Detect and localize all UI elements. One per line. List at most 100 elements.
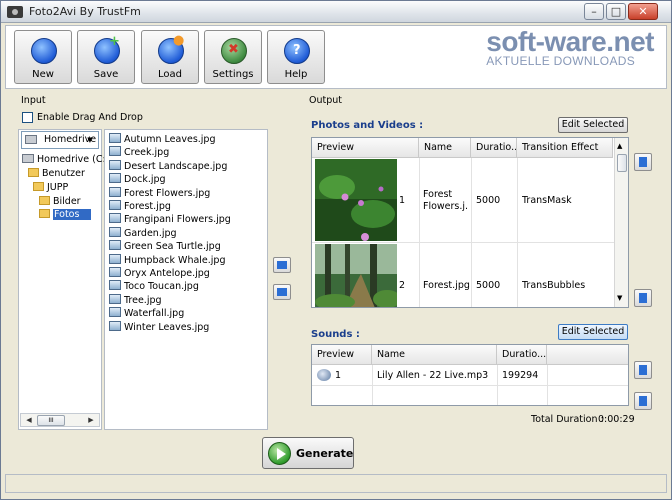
drive-icon: [25, 135, 37, 144]
tree-item-benutzer[interactable]: Benutzer: [28, 167, 85, 180]
new-button[interactable]: New: [14, 30, 72, 84]
tree-item-homedrive[interactable]: Homedrive (C:): [22, 153, 109, 166]
toolbar: New + Save ● Load ✖ Settings ? Help soft…: [5, 25, 667, 89]
sounds-move-up-button[interactable]: [634, 361, 652, 379]
help-button[interactable]: ? Help: [267, 30, 325, 84]
photos-col-name[interactable]: Name: [419, 138, 471, 158]
file-list-item[interactable]: Waterfall.jpg: [109, 307, 184, 320]
minimize-button[interactable]: –: [584, 3, 604, 20]
image-file-icon: [109, 240, 121, 251]
file-list-item[interactable]: Desert Landscape.jpg: [109, 159, 228, 173]
file-list-item[interactable]: Creek.jpg: [109, 146, 169, 159]
file-name: Oryx Antelope.jpg: [124, 268, 210, 279]
image-file-icon: [109, 226, 121, 237]
add-to-output-button[interactable]: [273, 257, 291, 273]
sounds-col-name[interactable]: Name: [372, 345, 497, 365]
tree-horizontal-scrollbar[interactable]: ◀ III ▶: [20, 413, 100, 427]
file-list-item[interactable]: Winter Leaves.jpg: [109, 320, 210, 334]
arrow-down-icon: [639, 293, 647, 303]
save-icon: +: [94, 34, 120, 64]
generate-button[interactable]: Generate: [262, 437, 354, 469]
file-name: Desert Landscape.jpg: [124, 160, 228, 172]
photos-vertical-scrollbar[interactable]: ▲ ▼: [614, 138, 628, 307]
chevron-down-icon[interactable]: ▼: [83, 133, 97, 147]
tree-item-jupp[interactable]: JUPP: [33, 181, 68, 194]
drag-drop-checkbox[interactable]: [22, 112, 33, 123]
folder-icon: [39, 209, 50, 218]
folder-tree-panel: Homedrive ▼ Homedrive (C:) Benutzer JUPP…: [18, 129, 109, 430]
app-window: Foto2Avi By TrustFm – □ ✕ New + Save ● L…: [0, 0, 672, 500]
sound-icon: [317, 369, 331, 381]
close-button[interactable]: ✕: [628, 3, 658, 20]
file-list-item[interactable]: Green Sea Turtle.jpg: [109, 240, 221, 253]
scroll-thumb[interactable]: III: [37, 415, 65, 426]
input-group-label: Input: [19, 95, 48, 106]
file-list-item[interactable]: Tree.jpg: [109, 293, 162, 307]
edit-selected-photos-button[interactable]: Edit Selected: [558, 117, 628, 133]
sounds-move-down-button[interactable]: [634, 392, 652, 410]
edit-selected-sounds-button[interactable]: Edit Selected: [558, 324, 628, 340]
file-name: Frangipani Flowers.jpg: [124, 214, 231, 226]
remove-from-output-button[interactable]: [273, 284, 291, 300]
file-name: Forest Flowers.jpg: [124, 187, 211, 199]
file-list-item[interactable]: Oryx Antelope.jpg: [109, 267, 210, 280]
load-button-label: Load: [158, 69, 182, 80]
folder-icon: [33, 182, 44, 191]
photos-section-title: Photos and Videos :: [311, 120, 424, 131]
maximize-button[interactable]: □: [606, 3, 626, 20]
drive-combo[interactable]: Homedrive ▼: [21, 131, 99, 149]
file-list-item[interactable]: Toco Toucan.jpg: [109, 280, 199, 293]
tree-item-bilder[interactable]: Bilder: [39, 195, 81, 208]
scroll-left-icon[interactable]: ◀: [22, 415, 36, 426]
scroll-up-icon[interactable]: ▲: [617, 142, 622, 150]
file-list-panel: Autumn Leaves.jpg Creek.jpg Desert Landsca…: [104, 129, 268, 430]
photos-col-duration[interactable]: Duratio...: [471, 138, 517, 158]
arrow-right-icon: [277, 261, 287, 269]
generate-button-label: Generate: [296, 447, 354, 460]
file-list-item[interactable]: Dock.jpg: [109, 173, 166, 186]
photos-move-down-button[interactable]: [634, 289, 652, 307]
tree-item-fotos[interactable]: Fotos: [39, 208, 92, 221]
image-file-icon: [109, 186, 121, 197]
status-bar: [5, 474, 667, 493]
drag-drop-label: Enable Drag And Drop: [37, 112, 143, 123]
scroll-down-icon[interactable]: ▼: [617, 294, 622, 302]
arrow-up-icon: [639, 157, 647, 167]
play-icon: [268, 442, 291, 465]
file-list-item[interactable]: Garden.jpg: [109, 226, 177, 240]
help-button-label: Help: [284, 69, 308, 80]
settings-button-label: Settings: [212, 69, 254, 80]
file-list-item[interactable]: Forest.jpg: [109, 200, 171, 213]
file-list-item[interactable]: Humpback Whale.jpg: [109, 253, 226, 267]
photos-col-effect[interactable]: Transition Effect: [517, 138, 613, 158]
file-name: Green Sea Turtle.jpg: [124, 241, 221, 253]
image-file-icon: [109, 253, 121, 264]
scroll-thumb[interactable]: [617, 154, 627, 172]
image-file-icon: [109, 307, 121, 318]
photos-move-up-button[interactable]: [634, 153, 652, 171]
scroll-right-icon[interactable]: ▶: [84, 415, 98, 426]
sounds-col-duration[interactable]: Duratio...: [497, 345, 547, 365]
image-file-icon: [109, 173, 121, 184]
file-list-item[interactable]: Autumn Leaves.jpg: [109, 133, 216, 146]
image-file-icon: [109, 146, 121, 157]
new-button-label: New: [32, 69, 54, 80]
sounds-col-preview[interactable]: Preview: [312, 345, 372, 365]
file-name: Tree.jpg: [124, 294, 162, 306]
settings-button[interactable]: ✖ Settings: [204, 30, 262, 84]
file-list-item[interactable]: Forest Flowers.jpg: [109, 186, 211, 200]
watermark-tagline: AKTUELLE DOWNLOADS: [486, 54, 636, 68]
window-title: Foto2Avi By TrustFm: [29, 5, 141, 18]
load-button[interactable]: ● Load: [141, 30, 199, 84]
file-name: Dock.jpg: [124, 174, 166, 186]
image-file-icon: [109, 280, 121, 291]
title-bar[interactable]: Foto2Avi By TrustFm – □ ✕: [1, 1, 671, 23]
image-file-icon: [109, 133, 121, 143]
file-name: Creek.jpg: [124, 147, 170, 159]
file-name: Forest.jpg: [124, 201, 171, 212]
file-list-item[interactable]: Frangipani Flowers.jpg: [109, 213, 231, 226]
file-name: Winter Leaves.jpg: [124, 321, 210, 333]
arrow-left-icon: [277, 288, 287, 296]
photos-col-preview[interactable]: Preview: [312, 138, 419, 158]
save-button[interactable]: + Save: [77, 30, 135, 84]
